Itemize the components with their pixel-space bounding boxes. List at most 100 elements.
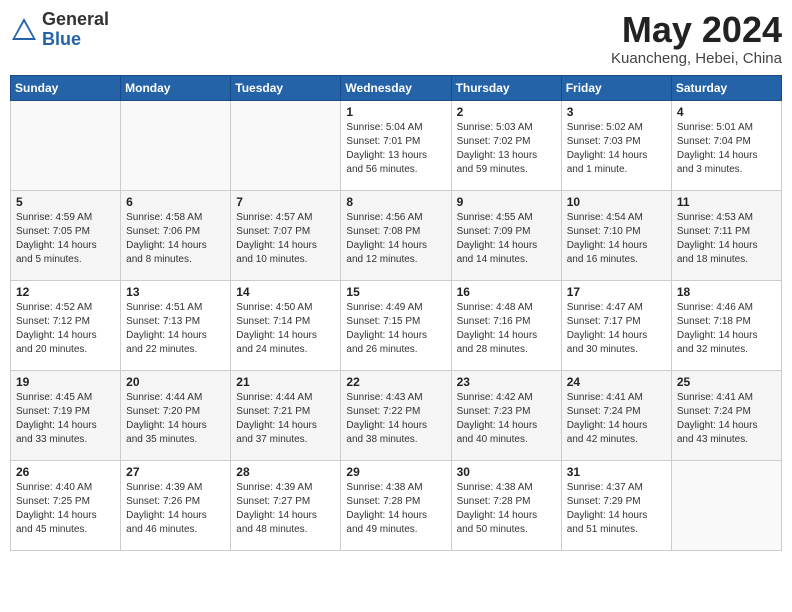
calendar-day-cell: 15Sunrise: 4:49 AMSunset: 7:15 PMDayligh…	[341, 280, 451, 370]
day-info: Sunrise: 4:43 AMSunset: 7:22 PMDaylight:…	[346, 391, 445, 447]
calendar-week-row: 1Sunrise: 5:04 AMSunset: 7:01 PMDaylight…	[11, 100, 782, 190]
calendar-day-cell	[11, 100, 121, 190]
day-number: 26	[16, 465, 115, 479]
calendar-week-row: 5 Sunrise: 4:59 AMSunset: 7:05 PMDaylight…	[11, 190, 782, 280]
day-number: 20	[126, 375, 225, 389]
day-number: 12	[16, 285, 115, 299]
weekday-header: Monday	[121, 75, 231, 100]
day-info: Sunrise: 4:46 AMSunset: 7:18 PMDaylight:…	[677, 301, 776, 357]
calendar-day-cell: 28 Sunrise: 4:39 AMSunset: 7:27 PMDayligh…	[231, 460, 341, 550]
day-number: 29	[346, 465, 445, 479]
logo-text: General Blue	[42, 10, 109, 50]
day-info: Sunrise: 4:57 AMSunset: 7:07 PMDaylight:…	[236, 211, 335, 267]
day-info: Sunrise: 4:38 AMSunset: 7:28 PMDaylight:…	[346, 481, 445, 537]
calendar-day-cell: 31 Sunrise: 4:37 AMSunset: 7:29 PMDayligh…	[561, 460, 671, 550]
calendar-day-cell: 27Sunrise: 4:39 AMSunset: 7:26 PMDayligh…	[121, 460, 231, 550]
logo-blue-text: Blue	[42, 29, 81, 49]
title-block: May 2024 Kuancheng, Hebei, China	[611, 10, 782, 67]
calendar-week-row: 12 Sunrise: 4:52 AMSunset: 7:12 PMDayligh…	[11, 280, 782, 370]
calendar-day-cell: 21 Sunrise: 4:44 AMSunset: 7:21 PMDayligh…	[231, 370, 341, 460]
calendar-day-cell: 5 Sunrise: 4:59 AMSunset: 7:05 PMDaylight…	[11, 190, 121, 280]
day-number: 7	[236, 195, 335, 209]
day-info: Sunrise: 4:40 AMSunset: 7:25 PMDaylight:…	[16, 481, 115, 537]
weekday-header: Friday	[561, 75, 671, 100]
day-number: 18	[677, 285, 776, 299]
day-info: Sunrise: 5:03 AMSunset: 7:02 PMDaylight:…	[457, 121, 556, 177]
day-number: 27	[126, 465, 225, 479]
day-number: 30	[457, 465, 556, 479]
day-number: 31	[567, 465, 666, 479]
day-info: Sunrise: 4:44 AMSunset: 7:21 PMDaylight:…	[236, 391, 335, 447]
day-info: Sunrise: 4:39 AMSunset: 7:27 PMDaylight:…	[236, 481, 335, 537]
calendar-day-cell: 25Sunrise: 4:41 AMSunset: 7:24 PMDayligh…	[671, 370, 781, 460]
day-info: Sunrise: 4:58 AMSunset: 7:06 PMDaylight:…	[126, 211, 225, 267]
day-info: Sunrise: 4:44 AMSunset: 7:20 PMDaylight:…	[126, 391, 225, 447]
day-info: Sunrise: 4:52 AMSunset: 7:12 PMDaylight:…	[16, 301, 115, 357]
calendar-day-cell: 3Sunrise: 5:02 AMSunset: 7:03 PMDaylight…	[561, 100, 671, 190]
day-number: 28	[236, 465, 335, 479]
calendar-day-cell: 18 Sunrise: 4:46 AMSunset: 7:18 PMDayligh…	[671, 280, 781, 370]
calendar-day-cell	[121, 100, 231, 190]
calendar-day-cell: 22 Sunrise: 4:43 AMSunset: 7:22 PMDayligh…	[341, 370, 451, 460]
location-subtitle: Kuancheng, Hebei, China	[611, 50, 782, 67]
calendar-day-cell: 24 Sunrise: 4:41 AMSunset: 7:24 PMDayligh…	[561, 370, 671, 460]
day-info: Sunrise: 4:50 AMSunset: 7:14 PMDaylight:…	[236, 301, 335, 357]
day-info: Sunrise: 4:38 AMSunset: 7:28 PMDaylight:…	[457, 481, 556, 537]
calendar-day-cell: 17Sunrise: 4:47 AMSunset: 7:17 PMDayligh…	[561, 280, 671, 370]
calendar-day-cell: 23 Sunrise: 4:42 AMSunset: 7:23 PMDayligh…	[451, 370, 561, 460]
calendar-day-cell: 29 Sunrise: 4:38 AMSunset: 7:28 PMDayligh…	[341, 460, 451, 550]
day-number: 23	[457, 375, 556, 389]
weekday-header: Wednesday	[341, 75, 451, 100]
day-info: Sunrise: 4:56 AMSunset: 7:08 PMDaylight:…	[346, 211, 445, 267]
calendar-week-row: 26 Sunrise: 4:40 AMSunset: 7:25 PMDayligh…	[11, 460, 782, 550]
day-info: Sunrise: 4:59 AMSunset: 7:05 PMDaylight:…	[16, 211, 115, 267]
calendar-day-cell: 13Sunrise: 4:51 AMSunset: 7:13 PMDayligh…	[121, 280, 231, 370]
day-number: 21	[236, 375, 335, 389]
day-info: Sunrise: 4:37 AMSunset: 7:29 PMDaylight:…	[567, 481, 666, 537]
calendar-table: SundayMondayTuesdayWednesdayThursdayFrid…	[10, 75, 782, 551]
calendar-day-cell	[671, 460, 781, 550]
calendar-day-cell: 16Sunrise: 4:48 AMSunset: 7:16 PMDayligh…	[451, 280, 561, 370]
day-number: 11	[677, 195, 776, 209]
calendar-day-cell	[231, 100, 341, 190]
calendar-day-cell: 20 Sunrise: 4:44 AMSunset: 7:20 PMDayligh…	[121, 370, 231, 460]
calendar-day-cell: 30 Sunrise: 4:38 AMSunset: 7:28 PMDayligh…	[451, 460, 561, 550]
day-number: 17	[567, 285, 666, 299]
day-number: 9	[457, 195, 556, 209]
day-info: Sunrise: 5:04 AMSunset: 7:01 PMDaylight:…	[346, 121, 445, 177]
page-header: General Blue May 2024 Kuancheng, Hebei, …	[10, 10, 782, 67]
day-number: 15	[346, 285, 445, 299]
calendar-day-cell: 14 Sunrise: 4:50 AMSunset: 7:14 PMDayligh…	[231, 280, 341, 370]
day-info: Sunrise: 4:48 AMSunset: 7:16 PMDaylight:…	[457, 301, 556, 357]
calendar-day-cell: 9Sunrise: 4:55 AMSunset: 7:09 PMDaylight…	[451, 190, 561, 280]
day-number: 6	[126, 195, 225, 209]
day-number: 24	[567, 375, 666, 389]
day-info: Sunrise: 4:41 AMSunset: 7:24 PMDaylight:…	[567, 391, 666, 447]
day-number: 5	[16, 195, 115, 209]
day-info: Sunrise: 5:02 AMSunset: 7:03 PMDaylight:…	[567, 121, 666, 177]
calendar-day-cell: 10Sunrise: 4:54 AMSunset: 7:10 PMDayligh…	[561, 190, 671, 280]
weekday-header: Sunday	[11, 75, 121, 100]
day-info: Sunrise: 4:45 AMSunset: 7:19 PMDaylight:…	[16, 391, 115, 447]
day-info: Sunrise: 4:42 AMSunset: 7:23 PMDaylight:…	[457, 391, 556, 447]
day-number: 14	[236, 285, 335, 299]
day-number: 25	[677, 375, 776, 389]
calendar-day-cell: 26 Sunrise: 4:40 AMSunset: 7:25 PMDayligh…	[11, 460, 121, 550]
calendar-day-cell: 1Sunrise: 5:04 AMSunset: 7:01 PMDaylight…	[341, 100, 451, 190]
calendar-day-cell: 19Sunrise: 4:45 AMSunset: 7:19 PMDayligh…	[11, 370, 121, 460]
calendar-day-cell: 8 Sunrise: 4:56 AMSunset: 7:08 PMDaylight…	[341, 190, 451, 280]
weekday-header: Saturday	[671, 75, 781, 100]
day-number: 13	[126, 285, 225, 299]
day-number: 22	[346, 375, 445, 389]
day-number: 4	[677, 105, 776, 119]
logo-icon	[10, 16, 38, 44]
day-number: 8	[346, 195, 445, 209]
month-title: May 2024	[611, 10, 782, 50]
day-info: Sunrise: 5:01 AMSunset: 7:04 PMDaylight:…	[677, 121, 776, 177]
weekday-header-row: SundayMondayTuesdayWednesdayThursdayFrid…	[11, 75, 782, 100]
day-info: Sunrise: 4:53 AMSunset: 7:11 PMDaylight:…	[677, 211, 776, 267]
calendar-day-cell: 2Sunrise: 5:03 AMSunset: 7:02 PMDaylight…	[451, 100, 561, 190]
logo: General Blue	[10, 10, 109, 50]
calendar-week-row: 19Sunrise: 4:45 AMSunset: 7:19 PMDayligh…	[11, 370, 782, 460]
calendar-day-cell: 11 Sunrise: 4:53 AMSunset: 7:11 PMDayligh…	[671, 190, 781, 280]
